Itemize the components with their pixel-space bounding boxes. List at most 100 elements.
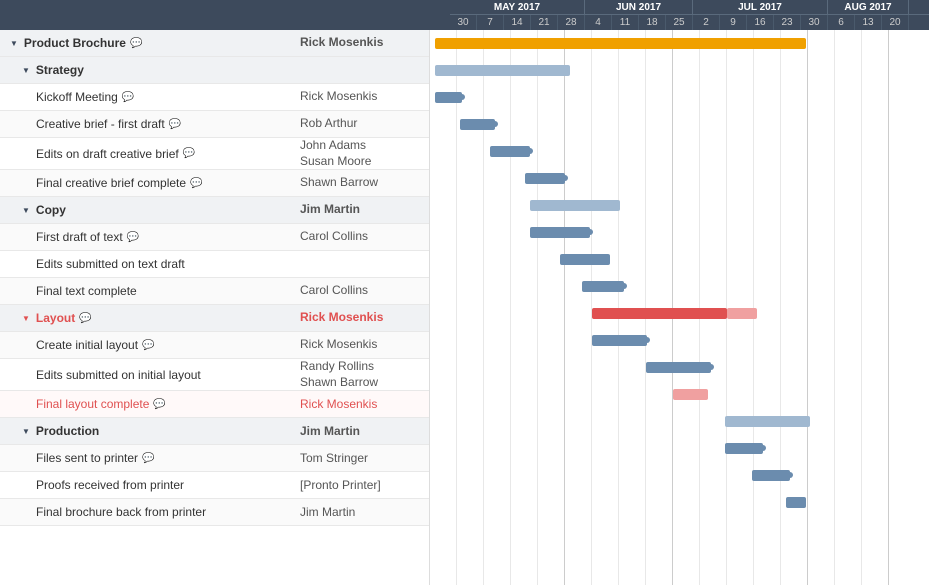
week-cell: 20	[882, 15, 909, 30]
gantt-chart: MAY 2017JUN 2017JUL 2017AUG 2017 3071421…	[0, 0, 929, 585]
expand-triangle[interactable]: ▼	[22, 66, 30, 75]
month-cell: AUG 2017	[828, 0, 909, 14]
expand-triangle[interactable]: ▼	[10, 39, 18, 48]
week-cell: 21	[531, 15, 558, 30]
grid-column	[673, 30, 700, 585]
chat-icon[interactable]: 💬	[169, 119, 181, 130]
weeks-row: 30714212841118252916233061320	[450, 15, 929, 30]
gantt-row[interactable]: Final brochure back from printer Jim Mart…	[0, 499, 429, 526]
grid-column	[538, 30, 565, 585]
right-panel	[430, 30, 929, 585]
gantt-row[interactable]: Create initial layout💬Rick Mosenkis	[0, 332, 429, 359]
grid-column	[592, 30, 619, 585]
responsible-name: Tom Stringer	[300, 451, 430, 467]
responsible-name: Rob Arthur	[300, 116, 430, 132]
gantt-row[interactable]: First draft of text💬Carol Collins	[0, 224, 429, 251]
gantt-row[interactable]: ▼ Copy Jim Martin	[0, 197, 429, 224]
gantt-row[interactable]: Edits submitted on initial layoutRandy R…	[0, 359, 429, 391]
grid-column	[511, 30, 538, 585]
responsible-name: Jim Martin	[300, 424, 430, 440]
grid-column	[727, 30, 754, 585]
chat-icon[interactable]: 💬	[190, 178, 202, 189]
task-name: Final creative brief complete 💬	[0, 176, 300, 190]
gantt-row[interactable]: Edits on draft creative brief 💬 John Adams…	[0, 138, 429, 170]
responsible-name: Rick Mosenkis	[300, 337, 430, 353]
grid-column	[700, 30, 727, 585]
task-name: Final text complete	[0, 284, 300, 298]
chat-icon[interactable]: 💬	[122, 92, 134, 103]
week-cell: 11	[612, 15, 639, 30]
task-name-text: Edits submitted on text draft	[36, 257, 185, 271]
task-name: Kickoff Meeting 💬	[0, 90, 300, 104]
grid-column	[862, 30, 889, 585]
gantt-header: MAY 2017JUN 2017JUL 2017AUG 2017 3071421…	[0, 0, 929, 30]
responsible-name: Jim Martin	[300, 202, 430, 218]
task-name-text: Files sent to printer	[36, 451, 138, 465]
grid-area	[430, 30, 929, 585]
gantt-row[interactable]: Kickoff Meeting💬Rick Mosenkis	[0, 84, 429, 111]
task-name: ▼ Copy	[0, 203, 300, 217]
week-cell: 4	[585, 15, 612, 30]
week-cell: 9	[720, 15, 747, 30]
gantt-row[interactable]: ▼ Strategy	[0, 57, 429, 84]
task-name: Edits submitted on initial layout	[0, 368, 300, 382]
week-cell: 2	[693, 15, 720, 30]
gantt-row[interactable]: Proofs received from printer[Pronto Prin…	[0, 472, 429, 499]
responsible-name: [Pronto Printer]	[300, 478, 430, 494]
chat-icon[interactable]: 💬	[142, 340, 154, 351]
left-panel: ▼ Product Brochure 💬 Rick Mosenkis ▼ Strategy…	[0, 30, 430, 585]
task-name-text: Strategy	[36, 63, 84, 77]
gantt-row[interactable]: Final creative brief complete 💬 Shawn Barr…	[0, 170, 429, 197]
chat-icon[interactable]: 💬	[142, 453, 154, 464]
gantt-row[interactable]: Files sent to printer 💬 Tom Stringer	[0, 445, 429, 472]
month-cell: JUL 2017	[693, 0, 828, 14]
grid-column	[754, 30, 781, 585]
gantt-row[interactable]: ▼Layout💬Rick Mosenkis	[0, 305, 429, 332]
task-name: ▼ Product Brochure 💬	[0, 36, 300, 50]
gantt-row[interactable]: Edits submitted on text draft	[0, 251, 429, 278]
chat-icon[interactable]: 💬	[153, 399, 165, 410]
chat-icon[interactable]: 💬	[130, 38, 142, 49]
task-name-text: Final brochure back from printer	[36, 505, 206, 519]
responsible-name: Rick Mosenkis	[300, 35, 430, 51]
gantt-row[interactable]: ▼ Product Brochure 💬 Rick Mosenkis	[0, 30, 429, 57]
gantt-row[interactable]: Final text completeCarol Collins	[0, 278, 429, 305]
grid-column	[781, 30, 808, 585]
grid-column	[565, 30, 592, 585]
task-name: Creative brief - first draft 💬	[0, 117, 300, 131]
responsible-name: Jim Martin	[300, 505, 430, 521]
task-name-text: Copy	[36, 203, 66, 217]
task-name-text: Product Brochure	[24, 36, 126, 50]
responsible-name: John Adams Susan Moore	[300, 138, 430, 169]
gantt-row[interactable]: Creative brief - first draft 💬 Rob Arthur	[0, 111, 429, 138]
task-name-text: Edits on draft creative brief	[36, 147, 179, 161]
task-name: ▼Production	[0, 424, 300, 438]
expand-triangle[interactable]: ▼	[22, 314, 30, 323]
task-name: Files sent to printer 💬	[0, 451, 300, 465]
task-name: Create initial layout💬	[0, 338, 300, 352]
grid-column	[484, 30, 511, 585]
task-name: ▼Layout💬	[0, 311, 300, 325]
month-cell: MAY 2017	[450, 0, 585, 14]
task-name-text: Kickoff Meeting	[36, 90, 118, 104]
task-name-text: Creative brief - first draft	[36, 117, 165, 131]
gantt-row[interactable]: Final layout complete💬Rick Mosenkis	[0, 391, 429, 418]
expand-triangle[interactable]: ▼	[22, 427, 30, 436]
task-name: ▼ Strategy	[0, 63, 300, 77]
month-cell: JUN 2017	[585, 0, 693, 14]
responsible-name: Randy Rollins Shawn Barrow	[300, 359, 430, 390]
task-name-text: Final creative brief complete	[36, 176, 186, 190]
task-name: Final layout complete💬	[0, 397, 300, 411]
chat-icon[interactable]: 💬	[183, 148, 195, 159]
gantt-row[interactable]: ▼ProductionJim Martin	[0, 418, 429, 445]
expand-triangle[interactable]: ▼	[22, 206, 30, 215]
week-cell: 14	[504, 15, 531, 30]
week-cell: 28	[558, 15, 585, 30]
chat-icon[interactable]: 💬	[127, 232, 139, 243]
responsible-name: Carol Collins	[300, 283, 430, 299]
week-cell: 23	[774, 15, 801, 30]
responsible-name: Shawn Barrow	[300, 175, 430, 191]
week-cell: 16	[747, 15, 774, 30]
task-name: Edits on draft creative brief 💬	[0, 147, 300, 161]
chat-icon[interactable]: 💬	[79, 313, 91, 324]
